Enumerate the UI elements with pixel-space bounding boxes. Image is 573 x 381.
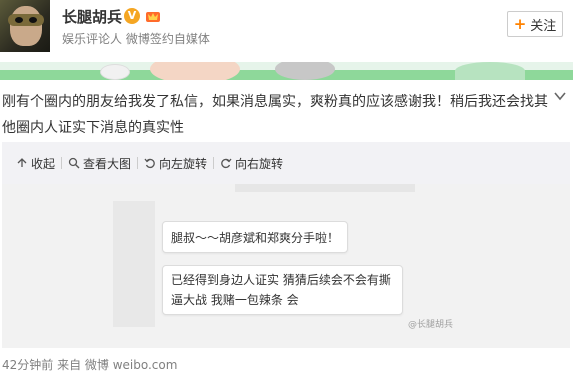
view-large-label: 查看大图 xyxy=(83,156,132,171)
post-text: 刚有个圈内的朋友给我发了私信，如果消息属实，爽粉真的应该感谢我！稍后我还会找其他… xyxy=(2,94,548,136)
plus-icon: + xyxy=(513,14,527,33)
magnifier-icon xyxy=(68,157,80,169)
view-large-button[interactable]: 查看大图 xyxy=(62,155,137,172)
verified-badge-icon: V xyxy=(124,8,140,24)
collapse-label: 收起 xyxy=(31,156,56,171)
chat-bubble-second: 已经得到身边人证实 猜猜后续会不会有撕逼大战 我赌一包辣条 会 xyxy=(162,265,403,315)
image-left-strip xyxy=(113,201,155,327)
rotate-right-button[interactable]: 向右旋转 xyxy=(214,155,289,172)
media-box: 收起 查看大图 向左旋转 向右旋转 腿叔～～胡彦斌和郑爽分手啦！ 已经得到身边人… xyxy=(2,142,570,348)
rotate-left-label: 向左旋转 xyxy=(159,156,208,171)
rotate-left-icon xyxy=(144,158,155,169)
chevron-down-icon[interactable] xyxy=(553,89,567,103)
image-toolbar: 收起 查看大图 向左旋转 向右旋转 xyxy=(2,152,289,174)
post-image[interactable]: 腿叔～～胡彦斌和郑爽分手啦！ 已经得到身边人证实 猜猜后续会不会有撕逼大战 我赌… xyxy=(2,184,570,348)
post-meta: 42分钟前 来自 微博 weibo.com xyxy=(2,358,178,372)
post-header: 长腿胡兵 V 娱乐评论人 微博签约自媒体 + 关注 xyxy=(0,0,573,62)
rotate-right-label: 向右旋转 xyxy=(235,156,284,171)
user-description: 娱乐评论人 微博签约自媒体 xyxy=(62,32,210,46)
follow-label: 关注 xyxy=(530,18,557,34)
rotate-left-button[interactable]: 向左旋转 xyxy=(138,155,213,172)
user-name[interactable]: 长腿胡兵 xyxy=(62,6,122,27)
vip-crown-icon xyxy=(146,12,160,22)
image-top-strip xyxy=(235,184,415,192)
chat-bubble-first: 腿叔～～胡彦斌和郑爽分手啦！ xyxy=(162,221,349,253)
follow-button[interactable]: + 关注 xyxy=(507,11,563,37)
image-watermark: @长腿胡兵 xyxy=(408,320,454,330)
collapse-button[interactable]: 收起 xyxy=(2,155,61,172)
collapse-icon xyxy=(17,158,27,167)
profile-banner xyxy=(0,62,573,80)
rotate-right-icon xyxy=(221,158,232,169)
avatar[interactable] xyxy=(0,0,50,52)
